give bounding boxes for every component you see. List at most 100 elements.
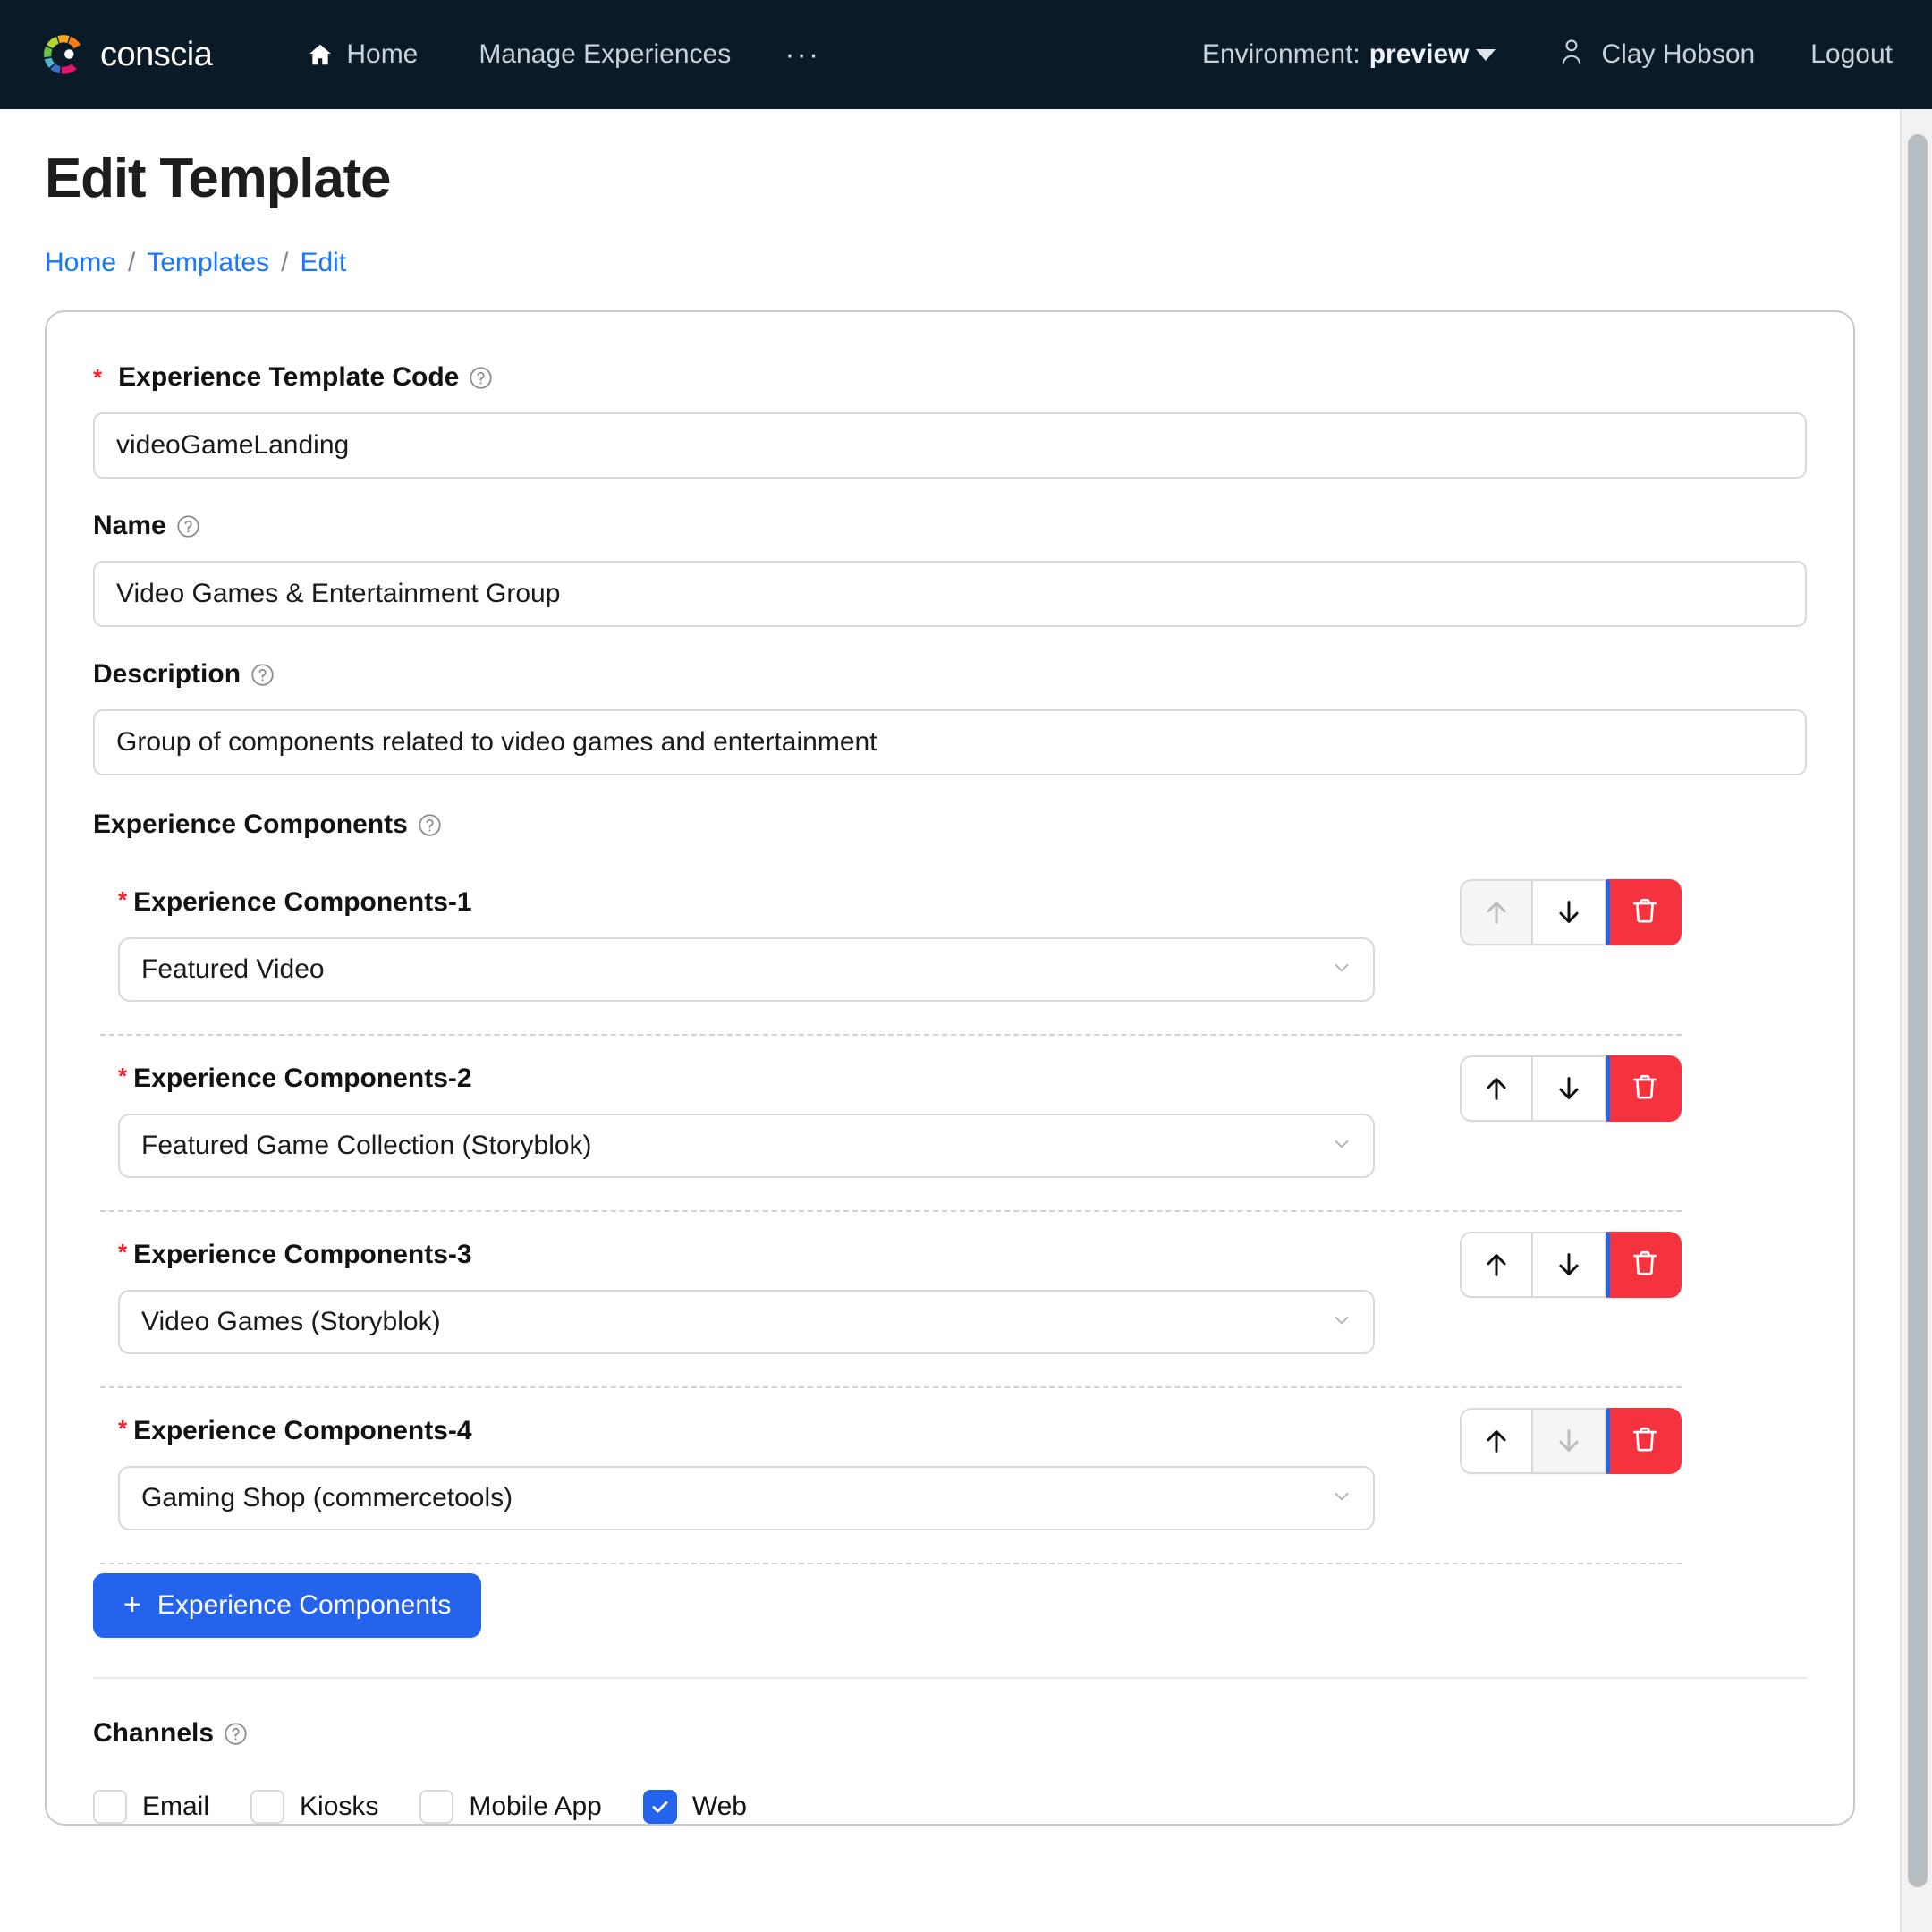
experience-component-label-text: Experience Components-2	[133, 1063, 472, 1093]
channel-checkbox-label: Web	[691, 1792, 747, 1821]
delete-component-button[interactable]	[1606, 1408, 1682, 1474]
trash-icon	[1630, 1072, 1660, 1106]
experience-component-select-value: Gaming Shop (commercetools)	[141, 1483, 513, 1513]
description-label-text: Description	[93, 659, 242, 689]
description-input[interactable]	[93, 709, 1807, 775]
experience-component-select[interactable]: Gaming Shop (commercetools)	[118, 1466, 1375, 1530]
required-asterisk: *	[93, 363, 103, 391]
move-down-button[interactable]	[1533, 1055, 1606, 1122]
breadcrumb-item-templates[interactable]: Templates	[147, 248, 269, 278]
help-circle-icon[interactable]	[418, 813, 442, 837]
checkbox-box[interactable]	[250, 1790, 285, 1824]
template-code-label: * Experience Template Code	[93, 362, 1807, 393]
required-asterisk: *	[118, 1415, 128, 1442]
description-label: Description	[93, 659, 1807, 690]
required-asterisk: *	[118, 886, 128, 913]
required-asterisk: *	[118, 1239, 128, 1266]
channel-checkbox-web[interactable]: Web	[642, 1790, 747, 1824]
nav-item-home-label: Home	[346, 39, 419, 69]
add-experience-component-button[interactable]: + Experience Components	[93, 1573, 482, 1638]
user-menu[interactable]: Clay Hobson	[1558, 37, 1755, 72]
breadcrumb-item-home[interactable]: Home	[45, 248, 116, 278]
channel-checkbox-mobile-app[interactable]: Mobile App	[419, 1790, 602, 1824]
breadcrumb-separator: /	[128, 248, 136, 277]
move-up-button[interactable]	[1460, 1408, 1533, 1474]
experience-components-section-label: Experience Components	[93, 809, 1807, 840]
required-asterisk: *	[118, 1063, 128, 1089]
trash-icon	[1630, 1248, 1660, 1283]
move-up-button	[1460, 879, 1533, 945]
breadcrumb: Home / Templates / Edit	[45, 248, 1855, 278]
channel-checkbox-kiosks[interactable]: Kiosks	[250, 1790, 378, 1824]
nav-item-manage-experiences[interactable]: Manage Experiences	[448, 39, 761, 70]
vertical-scrollbar[interactable]	[1900, 109, 1932, 1932]
nav-right-cluster: Environment: preview Clay Hobson Logout	[1202, 37, 1932, 72]
move-down-button[interactable]	[1533, 879, 1606, 945]
breadcrumb-separator: /	[281, 248, 289, 277]
help-circle-icon[interactable]	[176, 514, 200, 538]
experience-component-row: * Experience Components-4 Gaming Shop (co…	[93, 1388, 1807, 1563]
experience-component-select-wrapper: Gaming Shop (commercetools)	[118, 1466, 1375, 1530]
content-pane: Edit Template Home / Templates / Edit * …	[0, 109, 1900, 1932]
help-circle-icon[interactable]	[224, 1722, 248, 1746]
experience-component-select[interactable]: Video Games (Storyblok)	[118, 1290, 1375, 1354]
help-circle-icon[interactable]	[250, 663, 275, 687]
experience-component-select-wrapper: Featured Video	[118, 937, 1375, 1002]
move-down-button[interactable]	[1533, 1232, 1606, 1298]
channels-checkbox-group: Email Kiosks Mobile App Web	[93, 1790, 1807, 1824]
channel-checkbox-email[interactable]: Email	[93, 1790, 209, 1824]
environment-selector[interactable]: Environment: preview	[1202, 39, 1496, 70]
move-down-button	[1533, 1408, 1606, 1474]
delete-component-button[interactable]	[1606, 1055, 1682, 1122]
user-avatar-icon	[1558, 37, 1585, 72]
breadcrumb-item-edit[interactable]: Edit	[300, 248, 346, 278]
name-label-text: Name	[93, 511, 166, 540]
nav-item-home[interactable]: Home	[276, 39, 448, 70]
logout-button[interactable]: Logout	[1810, 39, 1893, 70]
primary-nav: Home Manage Experiences ···	[276, 38, 843, 70]
template-code-label-text: Experience Template Code	[118, 362, 460, 392]
channels-label: Channels	[93, 1718, 1807, 1749]
delete-component-button[interactable]	[1606, 1232, 1682, 1298]
experience-component-divider	[100, 1563, 1682, 1564]
experience-component-select-value: Video Games (Storyblok)	[141, 1307, 441, 1336]
nav-overflow-ellipsis-icon[interactable]: ···	[761, 38, 843, 70]
experience-component-label-text: Experience Components-3	[133, 1240, 472, 1269]
template-code-input[interactable]	[93, 412, 1807, 479]
nav-item-manage-experiences-label: Manage Experiences	[479, 39, 732, 69]
user-name-label: Clay Hobson	[1601, 39, 1756, 69]
environment-value: preview	[1368, 39, 1470, 69]
experience-component-label-text: Experience Components-4	[133, 1416, 472, 1445]
experience-component-row: * Experience Components-1 Featured Video	[93, 860, 1807, 1034]
conscia-logo-icon	[44, 35, 80, 74]
experience-component-row: * Experience Components-3 Video Games (St…	[93, 1212, 1807, 1386]
experience-component-select-value: Featured Game Collection (Storyblok)	[141, 1131, 592, 1160]
checkbox-box[interactable]	[93, 1790, 127, 1824]
checkbox-box[interactable]	[642, 1790, 677, 1824]
move-up-button[interactable]	[1460, 1232, 1533, 1298]
delete-component-button[interactable]	[1606, 879, 1682, 945]
channel-checkbox-label: Mobile App	[469, 1792, 602, 1821]
trash-icon	[1630, 1424, 1660, 1459]
move-up-button[interactable]	[1460, 1055, 1533, 1122]
channels-label-text: Channels	[93, 1718, 215, 1748]
page-body: Edit Template Home / Templates / Edit * …	[0, 109, 1932, 1932]
scrollbar-thumb[interactable]	[1908, 134, 1928, 1887]
checkbox-box[interactable]	[419, 1790, 454, 1824]
experience-components-list: * Experience Components-1 Featured Video …	[93, 860, 1807, 1564]
experience-component-row-actions	[1460, 1055, 1682, 1122]
name-input[interactable]	[93, 561, 1807, 627]
name-label: Name	[93, 511, 1807, 541]
experience-component-select[interactable]: Featured Video	[118, 937, 1375, 1002]
channel-checkbox-label: Email	[142, 1792, 210, 1821]
experience-component-select[interactable]: Featured Game Collection (Storyblok)	[118, 1114, 1375, 1178]
home-icon	[307, 41, 334, 68]
help-circle-icon[interactable]	[469, 366, 493, 390]
brand-logo[interactable]: conscia	[36, 27, 213, 82]
experience-component-select-value: Featured Video	[141, 954, 325, 984]
experience-components-label-text: Experience Components	[93, 809, 408, 839]
experience-component-select-wrapper: Video Games (Storyblok)	[118, 1290, 1375, 1354]
environment-label: Environment:	[1201, 39, 1360, 69]
section-divider	[93, 1677, 1807, 1679]
